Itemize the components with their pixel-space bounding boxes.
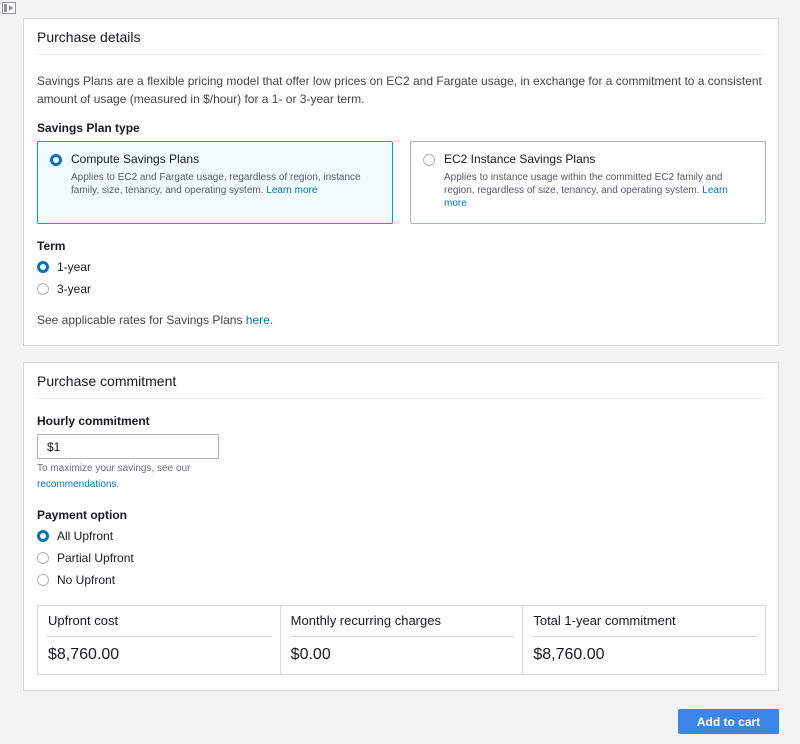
upfront-cost-value: $8,760.00 — [48, 646, 120, 663]
term-1-year-label: 1-year — [57, 260, 92, 274]
ec2-plan-description: Applies to instance usage within the com… — [444, 172, 728, 209]
no-upfront-label: No Upfront — [57, 573, 116, 587]
purchase-details-panel: Purchase details Savings Plans are a fle… — [23, 18, 779, 346]
purchase-details-title: Purchase details — [37, 19, 765, 55]
panel-toggle-icon[interactable] — [2, 2, 16, 14]
ec2-instance-savings-plans-card[interactable]: EC2 Instance Savings Plans Applies to in… — [410, 141, 766, 224]
hint-text: To maximize your savings, see our — [37, 463, 191, 474]
payment-option-label: Payment option — [37, 508, 128, 522]
add-to-cart-button[interactable]: Add to cart — [678, 709, 779, 734]
total-commitment-label: Total 1-year commitment — [532, 606, 758, 637]
all-upfront-radio[interactable] — [37, 530, 49, 542]
cost-summary: Upfront cost $8,760.00 Monthly recurring… — [37, 605, 766, 675]
term-3-year-label: 3-year — [57, 282, 92, 296]
hourly-commitment-input[interactable] — [37, 434, 219, 459]
compute-savings-plans-card[interactable]: Compute Savings Plans Applies to EC2 and… — [37, 141, 393, 224]
upfront-cost-label: Upfront cost — [47, 606, 272, 637]
partial-upfront-label: Partial Upfront — [57, 551, 134, 565]
term-label: Term — [37, 239, 66, 253]
compute-plan-learn-more-link[interactable]: Learn more — [266, 185, 317, 196]
rates-text: See applicable rates for Savings Plans h… — [37, 313, 274, 327]
no-upfront-radio[interactable] — [37, 574, 49, 586]
hint-link-line: recommendations. — [37, 479, 120, 490]
total-commitment-cell: Total 1-year commitment $8,760.00 — [523, 606, 765, 674]
savings-plan-type-label: Savings Plan type — [37, 121, 140, 135]
compute-plan-title: Compute Savings Plans — [71, 152, 200, 166]
ec2-plan-title: EC2 Instance Savings Plans — [444, 152, 596, 166]
monthly-charges-value: $0.00 — [290, 646, 331, 663]
payment-no-upfront[interactable]: No Upfront — [37, 569, 765, 591]
payment-partial-upfront[interactable]: Partial Upfront — [37, 547, 765, 569]
purchase-commitment-panel: Purchase commitment Hourly commitment To… — [23, 362, 779, 691]
term-option-1-year[interactable]: 1-year — [37, 256, 765, 278]
rates-here-link[interactable]: here — [246, 313, 270, 327]
partial-upfront-radio[interactable] — [37, 552, 49, 564]
compute-plan-radio[interactable] — [50, 154, 62, 166]
term-3-year-radio[interactable] — [37, 283, 49, 295]
ec2-plan-radio[interactable] — [423, 154, 435, 166]
purchase-commitment-title: Purchase commitment — [37, 363, 765, 399]
hourly-commitment-label: Hourly commitment — [37, 414, 150, 428]
total-commitment-value: $8,760.00 — [533, 646, 605, 663]
plan-type-cards: Compute Savings Plans Applies to EC2 and… — [37, 141, 766, 224]
payment-all-upfront[interactable]: All Upfront — [37, 525, 765, 547]
recommendations-link[interactable]: recommendations — [37, 479, 116, 490]
compute-plan-description: Applies to EC2 and Fargate usage, regard… — [71, 172, 361, 196]
monthly-charges-cell: Monthly recurring charges $0.00 — [281, 606, 524, 674]
savings-plans-description: Savings Plans are a flexible pricing mod… — [37, 74, 762, 106]
term-option-3-year[interactable]: 3-year — [37, 278, 765, 300]
term-1-year-radio[interactable] — [37, 261, 49, 273]
upfront-cost-cell: Upfront cost $8,760.00 — [38, 606, 281, 674]
monthly-charges-label: Monthly recurring charges — [289, 606, 515, 637]
all-upfront-label: All Upfront — [57, 529, 114, 543]
